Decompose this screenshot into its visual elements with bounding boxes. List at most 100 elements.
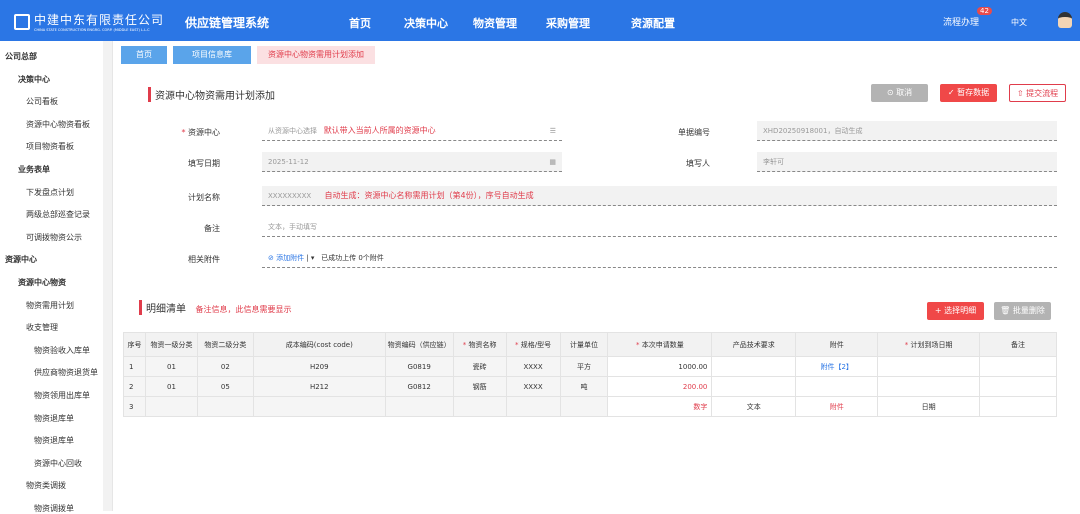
- table-cell: XXXX: [505, 356, 561, 377]
- sidebar-item[interactable]: 供应商物资退货单: [34, 367, 98, 378]
- column-header: * 物资名称: [452, 332, 507, 357]
- table-cell[interactable]: 数字: [607, 396, 713, 417]
- dropdown-icon[interactable]: ▾: [311, 254, 315, 262]
- column-header: 成本编码(cost code): [252, 332, 386, 357]
- table-cell[interactable]: [979, 396, 1057, 417]
- nav-resource[interactable]: 资源配置: [631, 15, 675, 31]
- column-header: 计量单位: [559, 332, 609, 357]
- resource-center-select[interactable]: 从资源中心选择 默认带入当前人所属的资源中心 ☰: [262, 121, 562, 141]
- table-cell: G0812: [384, 376, 454, 397]
- nav-material[interactable]: 物资管理: [473, 15, 517, 31]
- company-name: 中建中东有限责任公司: [34, 13, 165, 27]
- sidebar-item[interactable]: 项目物资看板: [26, 141, 74, 152]
- tab-project-info[interactable]: 项目信息库: [173, 46, 251, 64]
- sidebar-item[interactable]: 公司总部: [5, 51, 37, 62]
- table-cell: H209: [252, 356, 386, 377]
- sidebar-item[interactable]: 物资退库单: [34, 413, 74, 424]
- table-cell: 瓷砖: [452, 356, 507, 377]
- table-cell: 3: [123, 396, 146, 417]
- table-cell[interactable]: 200.00: [607, 376, 713, 397]
- table-cell: 05: [196, 376, 254, 397]
- writer-label: 填写人: [686, 159, 710, 168]
- table-cell: [505, 396, 561, 417]
- table-row[interactable]: 1 01 02 H209 G0819 瓷砖 XXXX 平方 1000.00 附件【2】: [123, 356, 1057, 377]
- plan-name-field: XXXXXXXXX 自动生成：资源中心名称需用计划（第4份），序号自动生成: [262, 186, 1057, 206]
- sidebar-item[interactable]: 资源中心回收: [34, 458, 82, 469]
- table-cell: [384, 396, 454, 417]
- sidebar-item[interactable]: 物资领用出库单: [34, 390, 90, 401]
- doc-no-field: XHD20250918001，自动生成: [757, 121, 1057, 141]
- batch-delete-button[interactable]: 🗑 批量删除: [994, 302, 1051, 320]
- column-header: 物资编码（供应链）: [384, 332, 454, 357]
- column-header: 备注: [979, 332, 1057, 357]
- sidebar-item[interactable]: 物资退库单: [34, 435, 74, 446]
- column-header: 序号: [123, 332, 146, 357]
- company-name-en: CHINA STATE CONSTRUCTION ENGRG. CORP. (M…: [34, 28, 150, 32]
- sidebar-item[interactable]: 收支管理: [26, 322, 58, 333]
- table-cell[interactable]: 附件: [795, 396, 879, 417]
- sidebar-scrollbar[interactable]: [103, 41, 112, 511]
- table-cell[interactable]: [795, 376, 879, 397]
- save-draft-button[interactable]: ✓ 暂存数据: [940, 84, 997, 102]
- sidebar-item[interactable]: 物资验收入库单: [34, 345, 90, 356]
- table-cell[interactable]: 1000.00: [607, 356, 713, 377]
- table-cell[interactable]: [711, 356, 797, 377]
- table-row[interactable]: 2 01 05 H212 G0812 钢筋 XXXX 吨 200.00: [123, 376, 1057, 397]
- date-field[interactable]: 2025-11-12 ▦: [262, 152, 562, 172]
- table-cell[interactable]: [711, 376, 797, 397]
- add-attachment-button[interactable]: ⊘ 添加附件: [268, 254, 304, 262]
- nav-home[interactable]: 首页: [349, 15, 371, 31]
- table-cell: 01: [144, 356, 198, 377]
- table-cell: 吨: [559, 376, 609, 397]
- sidebar-item[interactable]: 资源中心物资看板: [26, 119, 90, 130]
- cancel-button[interactable]: ⊙ 取消: [871, 84, 928, 102]
- table-cell: H212: [252, 376, 386, 397]
- detail-title: 明细清单 备注信息，此信息需要显示: [139, 300, 292, 315]
- column-header: * 计划到场日期: [877, 332, 981, 357]
- submit-label: 提交流程: [1026, 89, 1059, 98]
- list-icon: ☰: [549, 127, 556, 135]
- column-header: 产品技术要求: [711, 332, 797, 357]
- table-cell[interactable]: [979, 376, 1057, 397]
- sidebar-item[interactable]: 物资类调拨: [26, 480, 66, 491]
- sidebar-item[interactable]: 两级总部巡查记录: [26, 209, 90, 220]
- nav-purchase[interactable]: 采购管理: [546, 15, 590, 31]
- remark-label: 备注: [204, 224, 220, 233]
- center-note: 默认带入当前人所属的资源中心: [323, 126, 436, 135]
- sidebar-item[interactable]: 可调拨物资公示: [26, 232, 82, 243]
- table-cell[interactable]: [877, 376, 981, 397]
- sidebar-item[interactable]: 资源中心物资: [18, 277, 66, 288]
- table-cell: [452, 396, 507, 417]
- flow-badge: 42: [977, 7, 992, 15]
- table-cell: XXXX: [505, 376, 561, 397]
- sidebar-item[interactable]: 业务表单: [18, 164, 50, 175]
- submit-flow-button[interactable]: ⇧ 提交流程: [1009, 84, 1066, 102]
- sidebar-item[interactable]: 物资需用计划: [26, 300, 74, 311]
- tab-plan-add[interactable]: 资源中心物资需用计划添加: [257, 46, 375, 64]
- language-select[interactable]: 中文: [1011, 17, 1027, 28]
- attach-status: 已成功上传 0个附件: [321, 254, 384, 262]
- sidebar: 公司总部决策中心公司看板资源中心物资看板 项目物资看板业务表单下发盘点计划两级总部…: [0, 41, 113, 514]
- table-cell[interactable]: 日期: [877, 396, 981, 417]
- remark-input[interactable]: 文本，手动填写: [262, 217, 1057, 237]
- table-cell[interactable]: [877, 356, 981, 377]
- sidebar-item[interactable]: 资源中心: [5, 254, 37, 265]
- tab-home[interactable]: 首页: [121, 46, 167, 64]
- plan-note: 自动生成：资源中心名称需用计划（第4份），序号自动生成: [324, 191, 534, 200]
- detail-note: 备注信息，此信息需要显示: [195, 305, 292, 314]
- sidebar-item[interactable]: 物资调拨单: [34, 503, 74, 514]
- select-detail-button[interactable]: + 选择明细: [927, 302, 984, 320]
- sidebar-item[interactable]: 下发盘点计划: [26, 187, 74, 198]
- table-cell[interactable]: 文本: [711, 396, 797, 417]
- nav-decision[interactable]: 决策中心: [404, 15, 448, 31]
- sidebar-item[interactable]: 公司看板: [26, 96, 58, 107]
- plan-label: 计划名称: [188, 193, 220, 202]
- table-cell[interactable]: 附件【2】: [795, 356, 879, 377]
- flow-link[interactable]: 流程办理: [943, 15, 979, 28]
- avatar[interactable]: [1058, 12, 1072, 28]
- table-cell[interactable]: [979, 356, 1057, 377]
- column-header: 物资一级分类: [144, 332, 198, 357]
- table-cell: 钢筋: [452, 376, 507, 397]
- sidebar-item[interactable]: 决策中心: [18, 74, 50, 85]
- table-row[interactable]: 3 数字 文本 附件 日期: [123, 396, 1057, 417]
